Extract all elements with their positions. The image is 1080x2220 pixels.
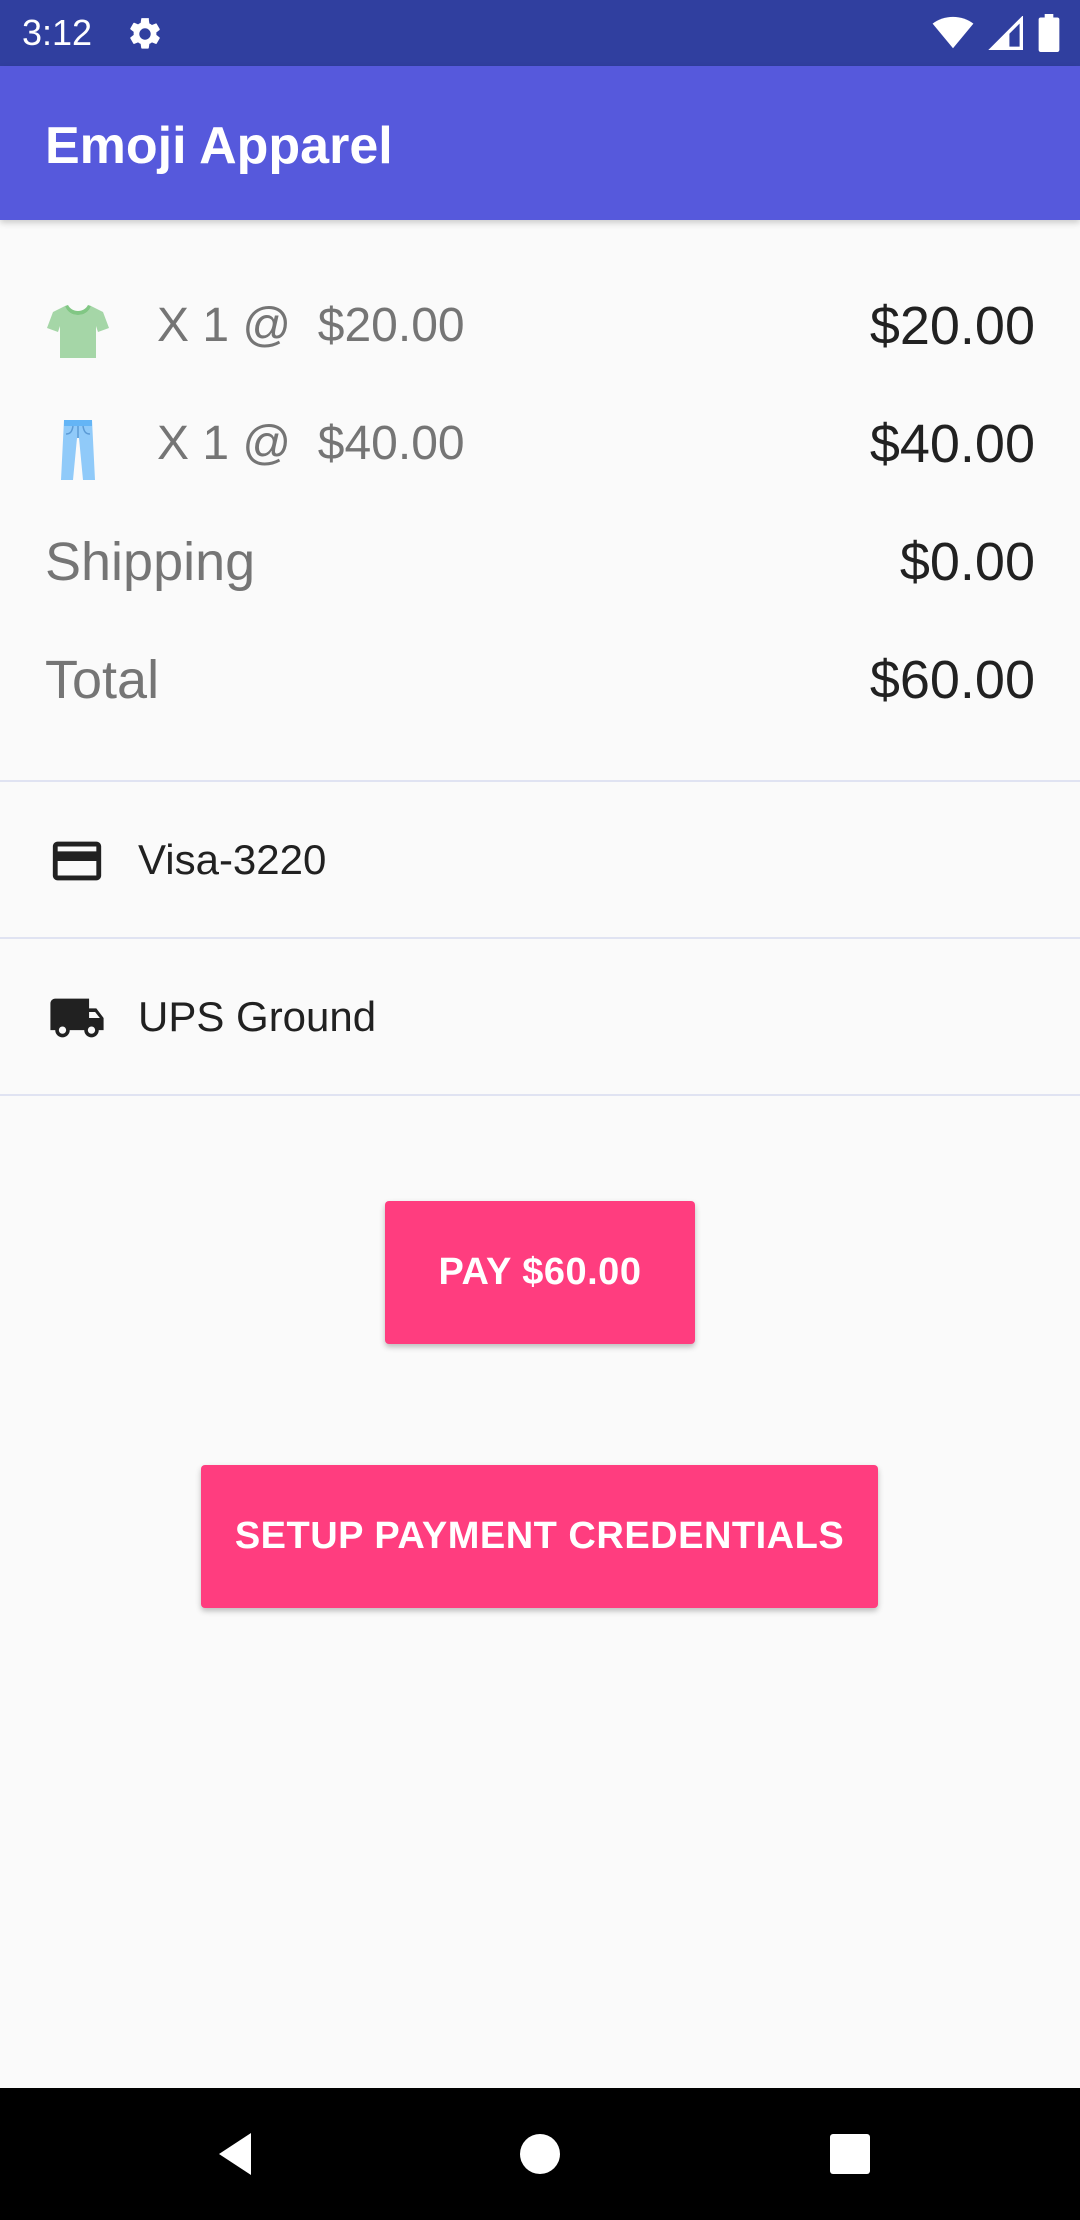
order-summary: X 1 @ $20.00 $20.00 X 1 @ $40.00 $40.00 … xyxy=(0,220,1080,782)
pay-button[interactable]: PAY $60.00 xyxy=(385,1201,695,1344)
signal-icon xyxy=(988,16,1023,50)
truck-icon xyxy=(50,998,104,1038)
shipping-value: $0.00 xyxy=(899,532,1035,592)
status-icons xyxy=(932,14,1060,52)
item-quantity-price: X 1 @ $20.00 xyxy=(157,299,465,352)
setup-payment-credentials-button[interactable]: SETUP PAYMENT CREDENTIALS xyxy=(201,1465,878,1608)
divider xyxy=(0,1094,1080,1096)
wifi-icon xyxy=(932,16,974,49)
home-icon[interactable] xyxy=(507,2121,573,2187)
item-total: $20.00 xyxy=(869,296,1035,356)
app-title: Emoji Apparel xyxy=(45,117,393,175)
gear-icon xyxy=(130,18,160,49)
total-value: $60.00 xyxy=(869,650,1035,710)
app-bar: Emoji Apparel xyxy=(0,66,1080,220)
total-row: Total $60.00 xyxy=(45,640,1035,720)
item-quantity-price: X 1 @ $40.00 xyxy=(157,417,465,470)
payment-method-label: Visa-3220 xyxy=(138,836,327,883)
battery-icon xyxy=(1038,14,1060,52)
status-time: 3:12 xyxy=(22,12,93,53)
item-total: $40.00 xyxy=(869,414,1035,474)
shipping-option-label: UPS Ground xyxy=(138,993,377,1040)
jeans-emoji-icon xyxy=(61,420,95,480)
payment-method-row[interactable]: Visa-3220 xyxy=(0,782,1080,937)
total-label: Total xyxy=(45,650,160,710)
status-bar: 3:12 xyxy=(0,0,1080,66)
shipping-option-row[interactable]: UPS Ground xyxy=(0,939,1080,1094)
recents-icon[interactable] xyxy=(817,2121,883,2187)
shipping-row: Shipping $0.00 xyxy=(45,522,1035,602)
checkout-screen: 3:12 Emoji Apparel X 1 @ $20.00 $20.00 X… xyxy=(0,0,1080,2220)
line-item: X 1 @ $20.00 $20.00 xyxy=(45,286,1035,366)
back-icon[interactable] xyxy=(205,2121,271,2187)
shipping-label: Shipping xyxy=(45,532,256,592)
line-item: X 1 @ $40.00 $40.00 xyxy=(45,404,1035,484)
credit-card-icon xyxy=(52,841,102,881)
navigation-bar xyxy=(0,2088,1080,2220)
tshirt-emoji-icon xyxy=(47,305,109,358)
